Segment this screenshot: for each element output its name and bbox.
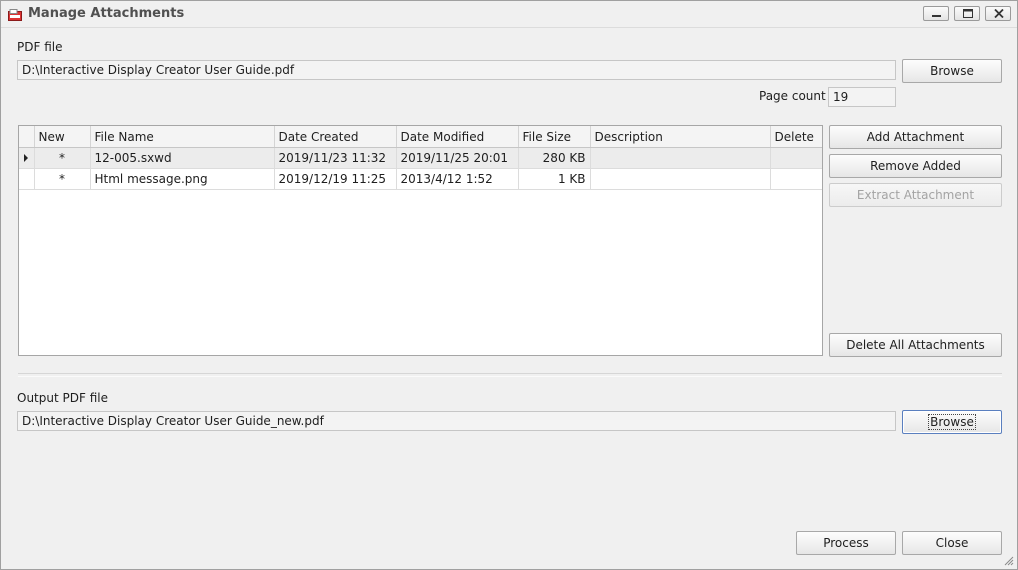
section-divider: [18, 373, 1002, 377]
column-header-date-created[interactable]: Date Created: [274, 126, 397, 148]
output-pdf-input[interactable]: D:\Interactive Display Creator User Guid…: [17, 411, 896, 431]
cell-new: *: [34, 168, 91, 190]
grid-header-row: New File Name Date Created Date Modified…: [19, 126, 822, 148]
cell-date-modified: 2013/4/12 1:52: [396, 168, 519, 190]
close-button[interactable]: Close: [902, 531, 1002, 555]
cell-date-created: 2019/12/19 11:25: [274, 168, 397, 190]
cell-date-created: 2019/11/23 11:32: [274, 147, 397, 169]
cell-new: *: [34, 147, 91, 169]
cell-file-name: 12-005.sxwd: [90, 147, 275, 169]
output-browse-label: Browse: [928, 414, 976, 430]
column-header-new[interactable]: New: [34, 126, 91, 148]
cell-file-size: 1 KB: [518, 168, 591, 190]
column-header-description[interactable]: Description: [590, 126, 771, 148]
manage-attachments-window: Manage Attachments PDF file D:\Interacti…: [0, 0, 1018, 570]
remove-added-button[interactable]: Remove Added: [829, 154, 1002, 178]
current-row-arrow-icon: [24, 154, 29, 162]
cell-date-modified: 2019/11/25 20:01: [396, 147, 519, 169]
table-row[interactable]: * Html message.png 2019/12/19 11:25 2013…: [19, 168, 822, 190]
add-attachment-button[interactable]: Add Attachment: [829, 125, 1002, 149]
cell-file-size: 280 KB: [518, 147, 591, 169]
attachments-grid[interactable]: New File Name Date Created Date Modified…: [18, 125, 823, 356]
extract-attachment-button[interactable]: Extract Attachment: [829, 183, 1002, 207]
close-window-button[interactable]: [985, 6, 1011, 21]
row-indicator: [19, 168, 35, 190]
minimize-button[interactable]: [923, 6, 949, 21]
table-row[interactable]: * 12-005.sxwd 2019/11/23 11:32 2019/11/2…: [19, 147, 822, 169]
pdf-file-label: PDF file: [17, 40, 63, 54]
minimize-icon: [932, 15, 941, 17]
cell-delete[interactable]: [770, 147, 822, 169]
maximize-icon: [963, 9, 973, 18]
title-bar[interactable]: Manage Attachments: [1, 1, 1017, 28]
page-count-field[interactable]: 19: [828, 87, 896, 107]
cell-file-name: Html message.png: [90, 168, 275, 190]
row-indicator-header: [19, 126, 35, 148]
cell-description[interactable]: [590, 168, 771, 190]
output-browse-button[interactable]: Browse: [902, 410, 1002, 434]
process-button[interactable]: Process: [796, 531, 896, 555]
window-title: Manage Attachments: [28, 6, 185, 21]
close-icon: [994, 9, 1004, 18]
pdf-browse-button[interactable]: Browse: [902, 59, 1002, 83]
column-header-file-name[interactable]: File Name: [90, 126, 275, 148]
column-header-file-size[interactable]: File Size: [518, 126, 591, 148]
column-header-date-modified[interactable]: Date Modified: [396, 126, 519, 148]
resize-grip-icon[interactable]: [1004, 556, 1014, 566]
delete-all-attachments-button[interactable]: Delete All Attachments: [829, 333, 1002, 357]
row-indicator: [19, 147, 35, 169]
pdf-file-input[interactable]: D:\Interactive Display Creator User Guid…: [17, 60, 896, 80]
output-pdf-label: Output PDF file: [17, 391, 108, 405]
column-header-delete[interactable]: Delete: [770, 126, 822, 148]
page-count-label: Page count: [759, 89, 826, 103]
cell-delete[interactable]: [770, 168, 822, 190]
maximize-button[interactable]: [954, 6, 980, 21]
pdf-attachment-icon: [8, 9, 22, 21]
cell-description[interactable]: [590, 147, 771, 169]
